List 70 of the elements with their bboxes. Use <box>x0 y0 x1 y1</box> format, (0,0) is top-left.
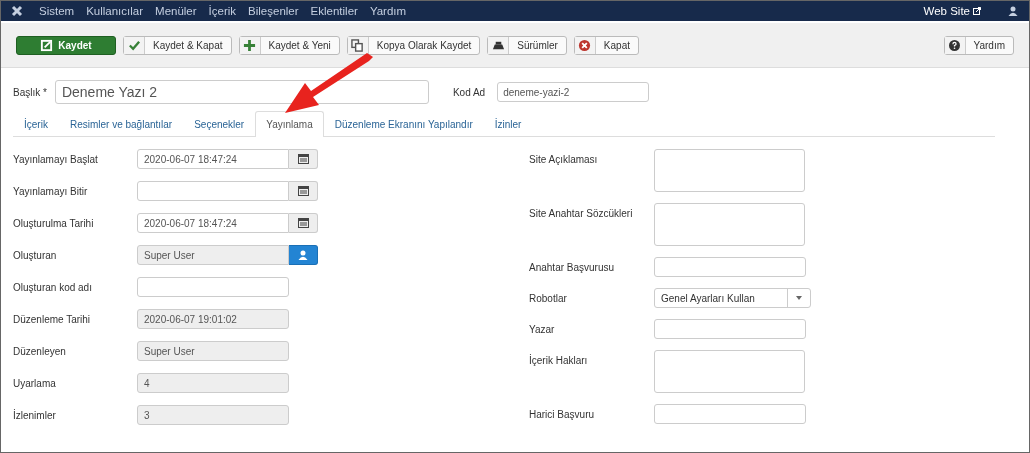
menu-item[interactable]: Bileşenler <box>248 5 299 17</box>
field-label: Harici Başvuru <box>529 408 596 422</box>
tab[interactable]: Yayınlama <box>255 111 324 137</box>
toolbar-button[interactable]: Kapat <box>573 35 639 55</box>
input-field[interactable]: 2020-06-07 18:47:24 <box>137 149 289 169</box>
tab[interactable]: Seçenekler <box>183 111 256 137</box>
title-field[interactable]: Deneme Yazı 2 <box>54 80 429 104</box>
tab[interactable]: İçerik <box>13 111 59 137</box>
calendar-icon <box>297 218 309 228</box>
close-icon <box>578 38 592 52</box>
help-button[interactable]: Yardım <box>943 35 1014 55</box>
menu-item[interactable]: İçerik <box>208 5 237 17</box>
field-label: Yazar <box>529 323 556 337</box>
field-label: Site Açıklaması <box>529 153 599 167</box>
alias-field[interactable]: deneme-yazi-2 <box>497 82 650 102</box>
select-user-button[interactable] <box>289 245 318 265</box>
calendar-icon <box>297 186 309 196</box>
field-label: Site Anahtar Sözcükleri <box>529 207 634 221</box>
calendar-button[interactable] <box>289 149 318 169</box>
logo-icon <box>11 5 23 17</box>
field-label: Düzenleme Tarihi <box>13 313 92 325</box>
plus-icon <box>243 38 256 52</box>
field-label: Başlık * <box>13 86 47 98</box>
menu-item[interactable]: Kullanıcılar <box>86 5 144 17</box>
dropdown[interactable]: Genel Ayarları Kullan <box>654 288 811 308</box>
field-label: İçerik Hakları <box>529 353 589 368</box>
field-label: Robotlar <box>529 292 568 306</box>
input-field[interactable] <box>654 257 806 277</box>
input-field[interactable] <box>137 181 289 201</box>
input-field[interactable]: 2020-06-07 18:47:24 <box>137 213 289 233</box>
save-button[interactable]: Kaydet <box>16 35 116 55</box>
toolbar-button[interactable]: Kaydet & Yeni <box>238 35 340 55</box>
tab[interactable]: İzinler <box>483 111 533 137</box>
calendar-button[interactable] <box>289 181 318 201</box>
text-area[interactable] <box>654 350 805 393</box>
field-label: İzlenimler <box>13 408 57 421</box>
edit-icon <box>40 38 54 52</box>
text-area[interactable] <box>654 203 805 246</box>
menu-item[interactable]: Yardım <box>369 5 407 17</box>
help-icon <box>949 39 960 51</box>
menu-item[interactable]: Eklentiler <box>310 5 358 17</box>
field-label: Yayınlamayı Başlat <box>13 153 99 165</box>
field-label: Oluşturan kod adı <box>13 281 93 293</box>
calendar-button[interactable] <box>289 213 318 233</box>
field-label: Anahtar Başvurusu <box>529 261 616 275</box>
field-label: Uyarlama <box>13 377 57 389</box>
copy-icon <box>351 38 365 52</box>
menu-item[interactable]: Menüler <box>155 5 197 17</box>
site-link[interactable]: Web Site <box>923 5 981 17</box>
caret-icon <box>796 296 802 300</box>
toolbar-button[interactable]: Kaydet & Kapat <box>123 35 232 55</box>
field-label: Oluşturulma Tarihi <box>13 217 95 229</box>
user-menu-icon[interactable] <box>1007 6 1019 16</box>
field-label: Kod Ad <box>452 86 486 98</box>
input-field[interactable] <box>654 319 806 339</box>
toolbar-button[interactable]: Kopya Olarak Kaydet <box>346 35 481 55</box>
user-icon <box>298 250 308 260</box>
tab[interactable]: Resimler ve bağlantılar <box>58 111 184 137</box>
toolbar-button[interactable]: Sürümler <box>487 35 567 55</box>
calendar-icon <box>297 154 309 164</box>
input-field[interactable] <box>137 277 289 297</box>
field-label: Düzenleyen <box>13 345 67 357</box>
tab[interactable]: Düzenleme Ekranını Yapılandır <box>323 111 484 137</box>
field-label: Oluşturan <box>13 249 58 261</box>
input-field[interactable] <box>654 404 806 424</box>
field-label: Yayınlamayı Bitir <box>13 185 89 197</box>
external-link-icon <box>973 7 981 15</box>
text-area[interactable] <box>654 149 805 192</box>
check-icon <box>127 38 141 52</box>
menu-item[interactable]: Sistem <box>39 5 75 17</box>
